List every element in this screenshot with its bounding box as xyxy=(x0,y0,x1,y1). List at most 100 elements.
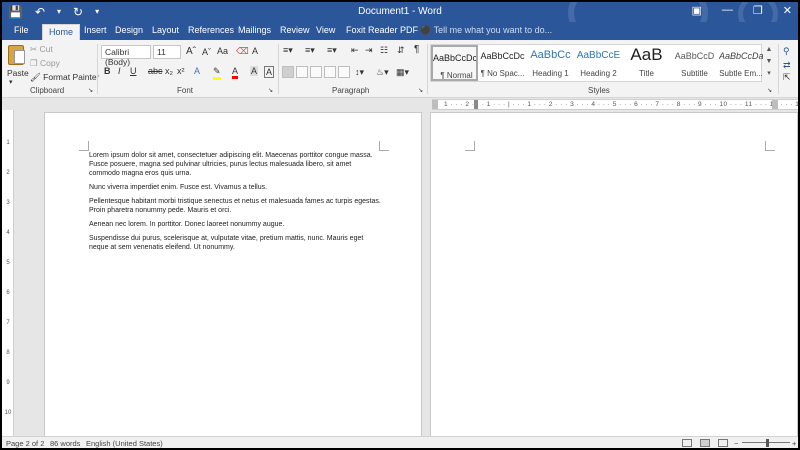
style-no-spacing[interactable]: AaBbCcDc ¶ No Spac... xyxy=(479,45,526,81)
text-effect-box-icon[interactable]: A xyxy=(252,46,258,56)
show-formatting-icon[interactable]: ¶ xyxy=(414,44,419,55)
subscript-button[interactable]: x₂ xyxy=(165,66,173,76)
ribbon-display-icon[interactable]: ▣ xyxy=(692,4,702,17)
strikethrough-button[interactable]: abc xyxy=(148,66,163,76)
minimize-icon[interactable]: — xyxy=(722,4,733,17)
font-size-select[interactable]: 11 xyxy=(153,45,181,59)
font-color-icon[interactable]: A xyxy=(232,66,239,79)
paragraph[interactable]: Nunc viverra imperdiet enim. Fusce est. … xyxy=(89,183,381,192)
style-normal[interactable]: AaBbCcDc ¶ Normal xyxy=(431,45,478,81)
tab-design[interactable]: Design xyxy=(115,25,143,35)
font-group-label: Font xyxy=(177,86,194,95)
tab-foxit[interactable]: Foxit Reader PDF xyxy=(346,25,418,35)
vertical-ruler[interactable]: 1 2 3 4 5 6 7 8 9 10 xyxy=(2,110,14,436)
page-count[interactable]: Page 2 of 2 xyxy=(6,439,44,448)
copy-label: Copy xyxy=(40,58,60,68)
distributed-button[interactable] xyxy=(338,66,350,78)
select-icon[interactable]: ⇱ xyxy=(783,72,791,83)
ribbon-separator xyxy=(97,44,98,94)
style-label: Subtle Em... xyxy=(719,69,763,78)
horizontal-ruler[interactable]: 1 · · · 2 · · · 1 · · · | · · · 1 · · · … xyxy=(432,99,798,110)
align-right-button[interactable] xyxy=(310,66,322,78)
scroll-up-icon[interactable]: ▲ xyxy=(764,44,774,56)
style-subtle-emphasis[interactable]: AaBbCcDa Subtle Em... xyxy=(719,45,763,81)
replace-icon[interactable]: ⇄ xyxy=(783,60,791,71)
tab-review[interactable]: Review xyxy=(280,25,310,35)
document-body[interactable]: Lorem ipsum dolor sit amet, consectetuer… xyxy=(89,151,381,257)
align-center-button[interactable] xyxy=(296,66,308,78)
decrease-indent-icon[interactable]: ⇤ xyxy=(351,45,359,56)
character-shading-icon[interactable]: A xyxy=(250,66,259,76)
styles-scroll[interactable]: ▲ ▼ ▾ xyxy=(764,44,774,82)
style-heading-1[interactable]: AaBbCc Heading 1 xyxy=(527,45,574,81)
tab-references[interactable]: References xyxy=(188,25,234,35)
scroll-down-icon[interactable]: ▼ xyxy=(764,56,774,68)
style-subtitle[interactable]: AaBbCcD Subtitle xyxy=(671,45,718,81)
more-styles-icon[interactable]: ▾ xyxy=(764,68,774,80)
styles-launcher-icon[interactable]: ↘ xyxy=(767,87,772,94)
bold-button[interactable]: B xyxy=(104,66,111,76)
tab-file[interactable]: File xyxy=(14,25,29,35)
tab-insert[interactable]: Insert xyxy=(84,25,107,35)
style-label: Subtitle xyxy=(681,69,708,78)
enclose-characters-icon[interactable]: A xyxy=(264,66,275,78)
tell-me-box[interactable]: ⚫ Tell me what you want to do... xyxy=(420,25,552,36)
web-layout-icon[interactable] xyxy=(718,439,728,447)
paragraph[interactable]: Pellentesque habitant morbi tristique se… xyxy=(89,197,381,215)
paragraph[interactable]: Suspendisse dui purus, scelerisque at, v… xyxy=(89,234,381,252)
paste-button[interactable]: Paste xyxy=(7,68,29,78)
language-indicator[interactable]: English (United States) xyxy=(86,439,163,448)
justify-button[interactable] xyxy=(324,66,336,78)
paragraph[interactable]: Aenean nec lorem. In porttitor. Donec la… xyxy=(89,220,381,229)
borders-icon[interactable]: ▦▾ xyxy=(396,67,409,78)
cut-button[interactable]: ✂ Cut xyxy=(30,44,53,55)
indent-marker[interactable] xyxy=(474,100,478,109)
find-icon[interactable]: ⚲ xyxy=(783,46,790,57)
zoom-out-icon[interactable]: − xyxy=(734,439,738,448)
font-launcher-icon[interactable]: ↘ xyxy=(268,87,273,94)
style-title[interactable]: AaB Title xyxy=(623,45,670,81)
word-count[interactable]: 86 words xyxy=(50,439,80,448)
tab-view[interactable]: View xyxy=(316,25,335,35)
highlight-icon[interactable]: ✎ xyxy=(213,66,221,80)
italic-button[interactable]: I xyxy=(118,66,121,76)
clear-formatting-icon[interactable]: ⌫ xyxy=(236,46,249,57)
close-icon[interactable]: ✕ xyxy=(783,4,792,17)
tab-layout[interactable]: Layout xyxy=(152,25,179,35)
change-case-icon[interactable]: Aa xyxy=(217,46,228,56)
line-spacing-icon[interactable]: ↕▾ xyxy=(355,67,364,78)
vruler-tick: 10 xyxy=(4,410,12,416)
paragraph[interactable]: Lorem ipsum dolor sit amet, consectetuer… xyxy=(89,151,381,178)
shading-icon[interactable]: ♨▾ xyxy=(376,67,389,78)
font-family-select[interactable]: Calibri (Body) xyxy=(101,45,151,67)
zoom-in-icon[interactable]: + xyxy=(792,439,796,448)
font-family-value: Calibri (Body) xyxy=(105,47,131,67)
bullets-icon[interactable]: ≡▾ xyxy=(283,45,293,56)
restore-icon[interactable]: ❐ xyxy=(753,4,763,17)
text-effects-icon[interactable]: A xyxy=(194,66,200,76)
tab-mailings[interactable]: Mailings xyxy=(238,25,271,35)
align-left-button[interactable] xyxy=(282,66,294,78)
asian-layout-icon[interactable]: ☷ xyxy=(380,45,388,56)
multilevel-list-icon[interactable]: ≡▾ xyxy=(327,45,337,56)
sort-icon[interactable]: ⇵ xyxy=(397,45,405,56)
clipboard-launcher-icon[interactable]: ↘ xyxy=(88,87,93,94)
paste-icon[interactable] xyxy=(8,45,25,65)
paragraph-launcher-icon[interactable]: ↘ xyxy=(418,87,423,94)
tab-home[interactable]: Home xyxy=(42,24,81,40)
read-mode-icon[interactable] xyxy=(682,439,692,447)
superscript-button[interactable]: x² xyxy=(177,66,185,76)
document-page-2[interactable] xyxy=(430,112,798,442)
style-heading-2[interactable]: AaBbCcE Heading 2 xyxy=(575,45,622,81)
numbering-icon[interactable]: ≡▾ xyxy=(305,45,315,56)
format-painter-button[interactable]: 🖌 Format Painter xyxy=(30,72,99,83)
paste-dropdown-icon[interactable]: ▾ xyxy=(9,78,13,86)
document-page-1[interactable]: Lorem ipsum dolor sit amet, consectetuer… xyxy=(44,112,422,442)
copy-button[interactable]: ❐ Copy xyxy=(30,58,60,69)
zoom-slider-thumb[interactable] xyxy=(766,439,769,447)
shrink-font-icon[interactable]: Aˇ xyxy=(202,47,211,57)
increase-indent-icon[interactable]: ⇥ xyxy=(365,45,373,56)
underline-button[interactable]: U xyxy=(130,66,137,76)
grow-font-icon[interactable]: Aˆ xyxy=(186,46,196,57)
print-layout-icon[interactable] xyxy=(700,439,710,447)
